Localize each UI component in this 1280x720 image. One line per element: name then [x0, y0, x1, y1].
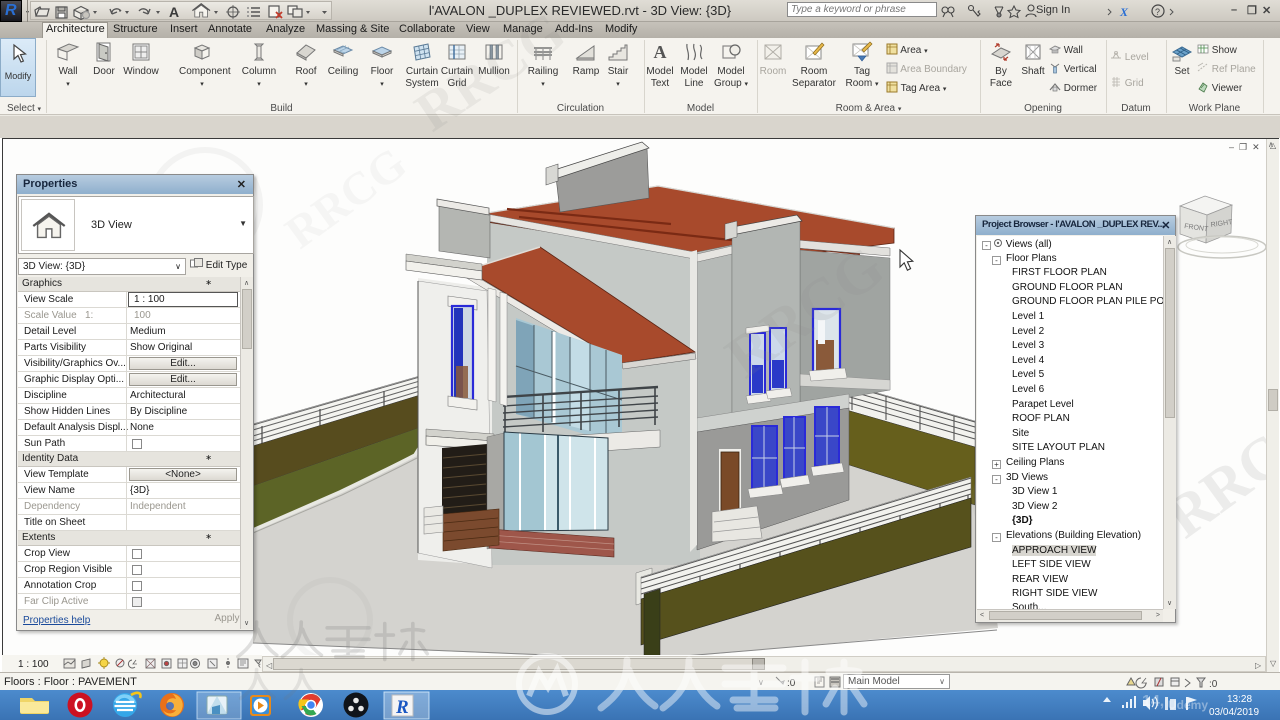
svg-text:X: X — [1119, 5, 1129, 19]
svg-text:R: R — [395, 697, 409, 718]
svg-text:?: ? — [1155, 7, 1160, 17]
svg-text:RRCG: RRCG — [276, 138, 416, 258]
svg-text:‹: ‹ — [258, 660, 261, 670]
svg-text:13:28: 13:28 — [1227, 694, 1252, 705]
svg-text::0: :0 — [1209, 679, 1218, 689]
svg-text:03/04/2019: 03/04/2019 — [1209, 707, 1259, 718]
svg-text:A: A — [169, 4, 179, 20]
svg-text::0: :0 — [787, 678, 796, 689]
